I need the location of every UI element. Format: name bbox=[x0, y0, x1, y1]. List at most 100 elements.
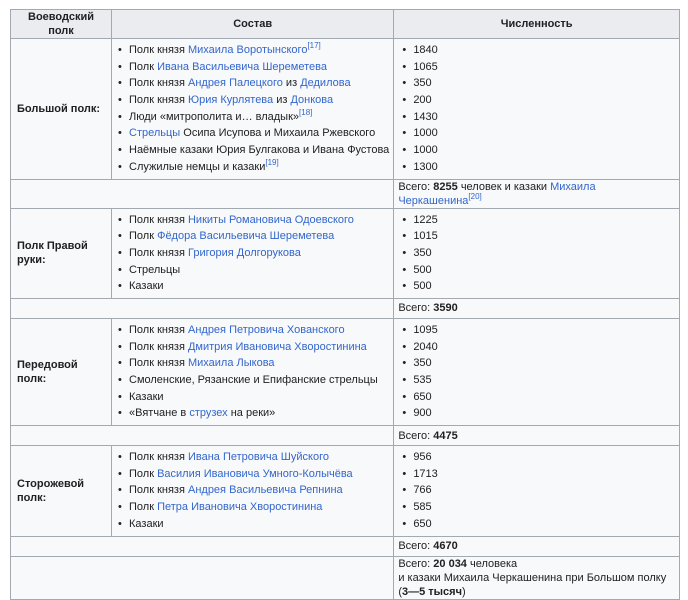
composition-list: Полк князя Ивана Петровича ШуйскогоПолк … bbox=[118, 449, 389, 532]
list-item: Полк князя Григория Долгорукова bbox=[118, 245, 389, 262]
strength-list: 9561713766585650 bbox=[402, 449, 675, 532]
regiment-total: Всего: 3590 bbox=[393, 297, 680, 319]
text-fragment: Полк bbox=[129, 467, 158, 480]
wiki-link[interactable]: Григория Долгорукова bbox=[188, 247, 301, 259]
header-row: Воеводский полк Состав Численность bbox=[10, 9, 680, 39]
strength-value: 1000 bbox=[402, 125, 675, 142]
empty-cell bbox=[9, 555, 395, 600]
composition-list: Полк князя Михаила Воротынского[17] Полк … bbox=[118, 42, 389, 176]
composition-cell: Полк князя Никиты Романовича Одоевского П… bbox=[110, 207, 395, 299]
bold-text: 3—5 тысяч bbox=[401, 585, 462, 598]
composition-list: Полк князя Андрея Петровича ХованскогоПо… bbox=[118, 322, 389, 422]
text-fragment: Полк князя bbox=[129, 484, 188, 497]
regiment-name: Полк Правой руки: bbox=[10, 207, 112, 299]
wiki-link[interactable]: Михаила Воротынского bbox=[188, 44, 307, 56]
wiki-link[interactable]: Донкова bbox=[290, 94, 333, 106]
strength-value: 766 bbox=[402, 482, 675, 499]
list-item: Полк Петра Ивановича Хворостинина bbox=[118, 499, 389, 516]
list-item: Стрельцы Осипа Исупова и Михаила Ржевско… bbox=[118, 125, 389, 142]
wiki-link[interactable]: Никиты Романовича Одоевского bbox=[188, 214, 354, 226]
list-item: Полк князя Андрея Петровича Хованского bbox=[118, 322, 389, 339]
list-item: «Вятчане в струзех на реки» bbox=[118, 405, 389, 422]
strength-cell: 9561713766585650 bbox=[393, 445, 680, 537]
strength-value: 500 bbox=[402, 278, 675, 295]
strength-value: 1840 bbox=[402, 42, 675, 59]
composition-list: Полк князя Никиты Романовича Одоевского П… bbox=[118, 212, 389, 295]
grand-total-line-2: и казаки Михаила Черкашенина при Большом… bbox=[398, 571, 675, 599]
list-item: Казаки bbox=[118, 516, 389, 533]
reference-link[interactable]: [17] bbox=[307, 41, 320, 50]
strength-value: 500 bbox=[402, 262, 675, 279]
grand-total-row: Всего: 20 034 человека и казаки Михаила Ч… bbox=[9, 555, 680, 600]
header-strength: Численность bbox=[393, 9, 680, 39]
text-fragment: Полк князя bbox=[129, 323, 188, 336]
text-fragment: Всего: bbox=[398, 429, 434, 442]
list-item: Смоленские, Рязанские и Епифанские стрел… bbox=[118, 372, 389, 389]
list-item: Наёмные казаки Юрия Булгакова и Ивана Фу… bbox=[118, 142, 389, 159]
wiki-link[interactable]: Стрельцы bbox=[129, 127, 180, 139]
text-fragment: Наёмные казаки Юрия Булгакова и Ивана Фу… bbox=[129, 144, 390, 157]
text-fragment: Люди «митрополита и… владык» bbox=[129, 110, 300, 123]
list-item: Полк князя Андрея Палецкого из Дедилова bbox=[118, 75, 389, 92]
wiki-link[interactable]: Дедилова bbox=[300, 77, 350, 89]
text-fragment: Всего: bbox=[398, 180, 434, 193]
list-item: Служилые немцы и казаки[19] bbox=[118, 158, 389, 176]
wiki-link[interactable]: Ивана Васильевича Шереметева bbox=[157, 61, 327, 73]
regiment-name: Сторожевой полк: bbox=[10, 445, 112, 537]
regiment-row: Полк Правой руки:Полк князя Никиты Роман… bbox=[10, 207, 680, 299]
reference-link[interactable]: [19] bbox=[265, 158, 278, 167]
list-item: Полк князя Никиты Романовича Одоевского bbox=[118, 212, 389, 229]
header-composition: Состав bbox=[110, 9, 395, 39]
text-fragment: Полк князя bbox=[129, 77, 188, 90]
strength-value: 1015 bbox=[402, 228, 675, 245]
text-fragment: «Вятчане в bbox=[129, 407, 190, 420]
text-fragment: ) bbox=[461, 585, 466, 598]
list-item: Полк князя Андрея Васильевича Репнина bbox=[118, 482, 389, 499]
wiki-link[interactable]: Петра Ивановича Хворостинина bbox=[157, 501, 322, 513]
text-fragment: Полк bbox=[129, 60, 158, 73]
strength-value: 1430 bbox=[402, 109, 675, 126]
text-fragment: Полк князя bbox=[129, 357, 188, 370]
text-fragment: Всего: bbox=[398, 540, 434, 552]
wiki-link[interactable]: Юрия Курлятева bbox=[188, 94, 273, 106]
wiki-link[interactable]: Фёдора Васильевича Шереметева bbox=[157, 230, 334, 242]
strength-value: 350 bbox=[402, 355, 675, 372]
header-regiment: Воеводский полк bbox=[10, 9, 112, 39]
text-fragment: Всего: bbox=[398, 557, 434, 570]
strength-value: 350 bbox=[402, 245, 675, 262]
text-fragment: Казаки bbox=[129, 390, 164, 403]
wiki-link[interactable]: струзех bbox=[189, 407, 227, 419]
strength-cell: 184010653502001430100010001300 bbox=[393, 38, 680, 180]
wiki-link[interactable]: Василия Ивановича Умного-Колычёва bbox=[157, 468, 353, 480]
wiki-link[interactable]: Михаила Лыкова bbox=[188, 357, 275, 369]
list-item: Люди «митрополита и… владык»[18] bbox=[118, 108, 389, 126]
list-item: Казаки bbox=[118, 278, 389, 295]
strength-value: 2040 bbox=[402, 339, 675, 356]
regiment-name: Большой полк: bbox=[10, 38, 112, 180]
regiment-total: Всего: 4475 bbox=[393, 425, 680, 447]
regiment-row: Сторожевой полк: Полк князя Ивана Петрови… bbox=[10, 445, 680, 537]
strength-value: 1065 bbox=[402, 59, 675, 76]
list-item: Полк князя Ивана Петровича Шуйского bbox=[118, 449, 389, 466]
strength-value: 1000 bbox=[402, 142, 675, 159]
bold-text: 4475 bbox=[433, 429, 458, 442]
text-fragment: на реки» bbox=[227, 407, 276, 420]
wiki-link[interactable]: Андрея Васильевича Репнина bbox=[188, 484, 343, 496]
wiki-link[interactable]: Андрея Петровича Хованского bbox=[188, 324, 345, 336]
empty-cell bbox=[9, 535, 395, 557]
list-item: Казаки bbox=[118, 389, 389, 406]
wiki-link[interactable]: Дмитрия Ивановича Хворостинина bbox=[188, 341, 367, 353]
composition-cell: Полк князя Андрея Петровича ХованскогоПо… bbox=[110, 317, 395, 427]
strength-value: 900 bbox=[402, 405, 675, 422]
empty-cell bbox=[9, 297, 395, 319]
regiment-row: Большой полк: Полк князя Михаила Воротынс… bbox=[10, 38, 680, 180]
wiki-link[interactable]: Андрея Палецкого bbox=[188, 77, 283, 89]
strength-value: 200 bbox=[402, 92, 675, 109]
empty-cell bbox=[9, 425, 395, 447]
wiki-link[interactable]: Ивана Петровича Шуйского bbox=[188, 451, 329, 463]
reference-link[interactable]: [18] bbox=[299, 108, 312, 117]
reference-link[interactable]: [20] bbox=[468, 192, 481, 201]
list-item: Полк князя Дмитрия Ивановича Хворостинин… bbox=[118, 339, 389, 356]
strength-cell: 12251015350500500 bbox=[393, 207, 680, 299]
total-row: Всего: 4670 bbox=[9, 535, 680, 557]
